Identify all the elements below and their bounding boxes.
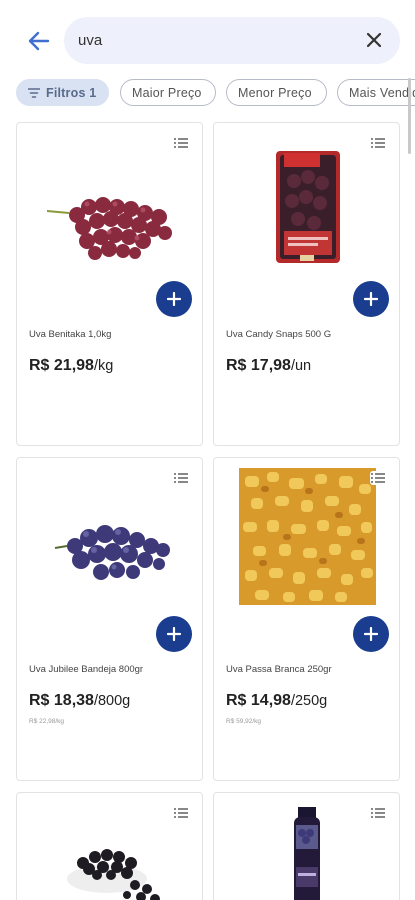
list-icon[interactable] bbox=[173, 136, 189, 150]
list-icon[interactable] bbox=[173, 806, 189, 820]
arrow-left-icon bbox=[28, 31, 50, 51]
plus-icon bbox=[364, 627, 378, 641]
product-card[interactable]: Uva Jubilee Bandeja 800gr R$ 18,38/800g … bbox=[16, 457, 203, 781]
list-icon[interactable] bbox=[173, 471, 189, 485]
close-icon bbox=[366, 32, 382, 48]
purple-grapes-image bbox=[54, 525, 170, 580]
product-card[interactable] bbox=[16, 792, 203, 900]
product-card[interactable]: Uva Passa Branca 250gr R$ 14,98/250g R$ … bbox=[213, 457, 400, 781]
product-name: Uva Passa Branca 250gr bbox=[226, 664, 332, 675]
sort-lowest-price-chip[interactable]: Menor Preço bbox=[226, 79, 327, 106]
red-grapes-image bbox=[46, 197, 172, 260]
sort-best-sellers-chip[interactable]: Mais Vendidos bbox=[337, 79, 415, 106]
clear-search-button[interactable] bbox=[362, 28, 386, 52]
filters-chip[interactable]: Filtros 1 bbox=[16, 79, 109, 106]
product-price: R$ 21,98/kg bbox=[29, 357, 113, 375]
add-to-cart-button[interactable] bbox=[156, 616, 192, 652]
plus-icon bbox=[364, 292, 378, 306]
product-name: Uva Benitaka 1,0kg bbox=[29, 329, 112, 340]
chip-label: Menor Preço bbox=[238, 85, 312, 100]
scrollbar[interactable] bbox=[408, 78, 411, 154]
chip-label: Maior Preço bbox=[132, 85, 202, 100]
price-unit: /250g bbox=[290, 693, 328, 709]
plus-icon bbox=[167, 292, 181, 306]
price-amount: R$ 18,38 bbox=[29, 692, 94, 709]
sort-highest-price-chip[interactable]: Maior Preço bbox=[120, 79, 216, 106]
price-unit: /800g bbox=[93, 693, 131, 709]
price-amount: R$ 17,98 bbox=[226, 357, 291, 374]
product-name: Uva Candy Snaps 500 G bbox=[226, 329, 332, 340]
filter-icon bbox=[28, 87, 40, 98]
search-header bbox=[0, 0, 415, 72]
search-input[interactable] bbox=[78, 17, 348, 64]
add-to-cart-button[interactable] bbox=[353, 281, 389, 317]
price-amount: R$ 21,98 bbox=[29, 357, 94, 374]
back-button[interactable] bbox=[22, 27, 56, 55]
price-amount: R$ 14,98 bbox=[226, 692, 291, 709]
chip-label: Filtros 1 bbox=[46, 85, 97, 100]
dark-raisins-bowl-image bbox=[67, 849, 160, 900]
product-name: Uva Jubilee Bandeja 800gr bbox=[29, 664, 144, 675]
product-card[interactable] bbox=[213, 792, 400, 900]
filter-chip-bar: Filtros 1 Maior Preço Menor Preço Mais V… bbox=[0, 79, 415, 109]
golden-raisins-image bbox=[239, 468, 376, 605]
search-bar bbox=[64, 17, 400, 64]
chip-label: Mais Vendidos bbox=[349, 85, 415, 100]
price-per-kg: R$ 59,92/kg bbox=[226, 718, 262, 725]
product-price: R$ 17,98/un bbox=[226, 357, 311, 375]
plus-icon bbox=[167, 627, 181, 641]
add-to-cart-button[interactable] bbox=[156, 281, 192, 317]
list-icon[interactable] bbox=[370, 471, 386, 485]
product-price: R$ 14,98/250g bbox=[226, 692, 327, 710]
product-price: R$ 18,38/800g bbox=[29, 692, 130, 710]
price-unit: /kg bbox=[93, 358, 114, 374]
grape-package-image bbox=[276, 151, 340, 263]
juice-bottle-image bbox=[294, 807, 320, 900]
product-card[interactable]: Uva Candy Snaps 500 G R$ 17,98/un bbox=[213, 122, 400, 446]
price-unit: /un bbox=[290, 358, 312, 374]
product-card[interactable]: Uva Benitaka 1,0kg R$ 21,98/kg bbox=[16, 122, 203, 446]
price-per-kg: R$ 22,98/kg bbox=[29, 718, 65, 725]
add-to-cart-button[interactable] bbox=[353, 616, 389, 652]
